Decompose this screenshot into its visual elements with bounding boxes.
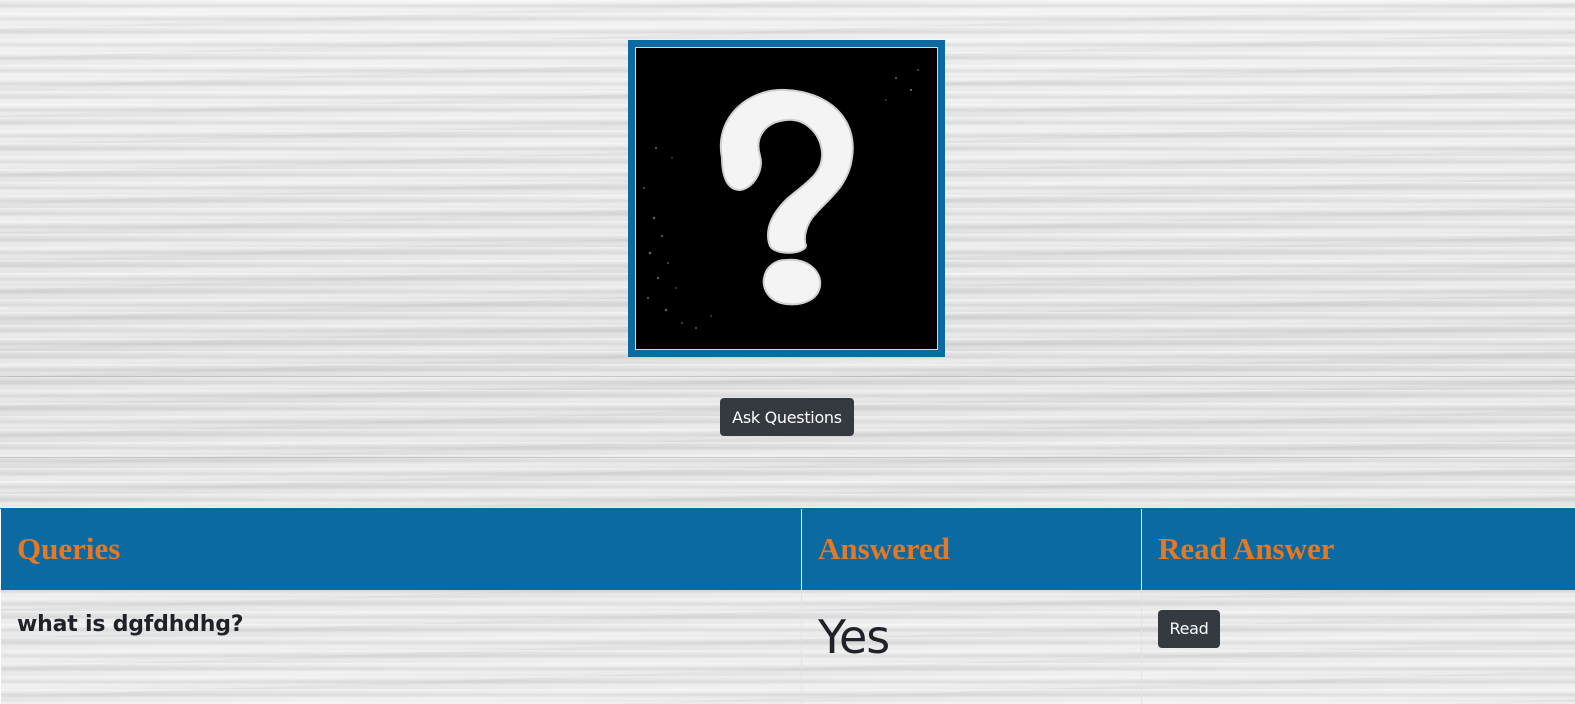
divider-top xyxy=(0,376,1575,377)
read-answer-column-header: Read Answer xyxy=(1141,508,1575,590)
answered-status: Yes xyxy=(818,609,890,664)
ask-questions-button[interactable]: Ask Questions xyxy=(720,398,854,436)
answered-column-header: Answered xyxy=(801,508,1142,590)
queries-column-header: Queries xyxy=(0,508,802,590)
query-cell: what is dgfdhdhg? xyxy=(0,589,802,704)
read-answer-cell: Read xyxy=(1141,589,1575,704)
table-header-row: Queries Answered Read Answer xyxy=(0,508,1575,590)
query-text: what is dgfdhdhg? xyxy=(17,611,244,637)
question-mark-icon xyxy=(635,47,938,350)
table-row: what is dgfdhdhg? Yes Read xyxy=(0,589,1575,704)
answered-cell: Yes xyxy=(801,589,1142,704)
question-logo xyxy=(628,40,945,357)
read-answer-button[interactable]: Read xyxy=(1158,609,1220,648)
divider-bottom xyxy=(0,457,1575,458)
queries-table: Queries Answered Read Answer what is dgf… xyxy=(0,508,1575,704)
